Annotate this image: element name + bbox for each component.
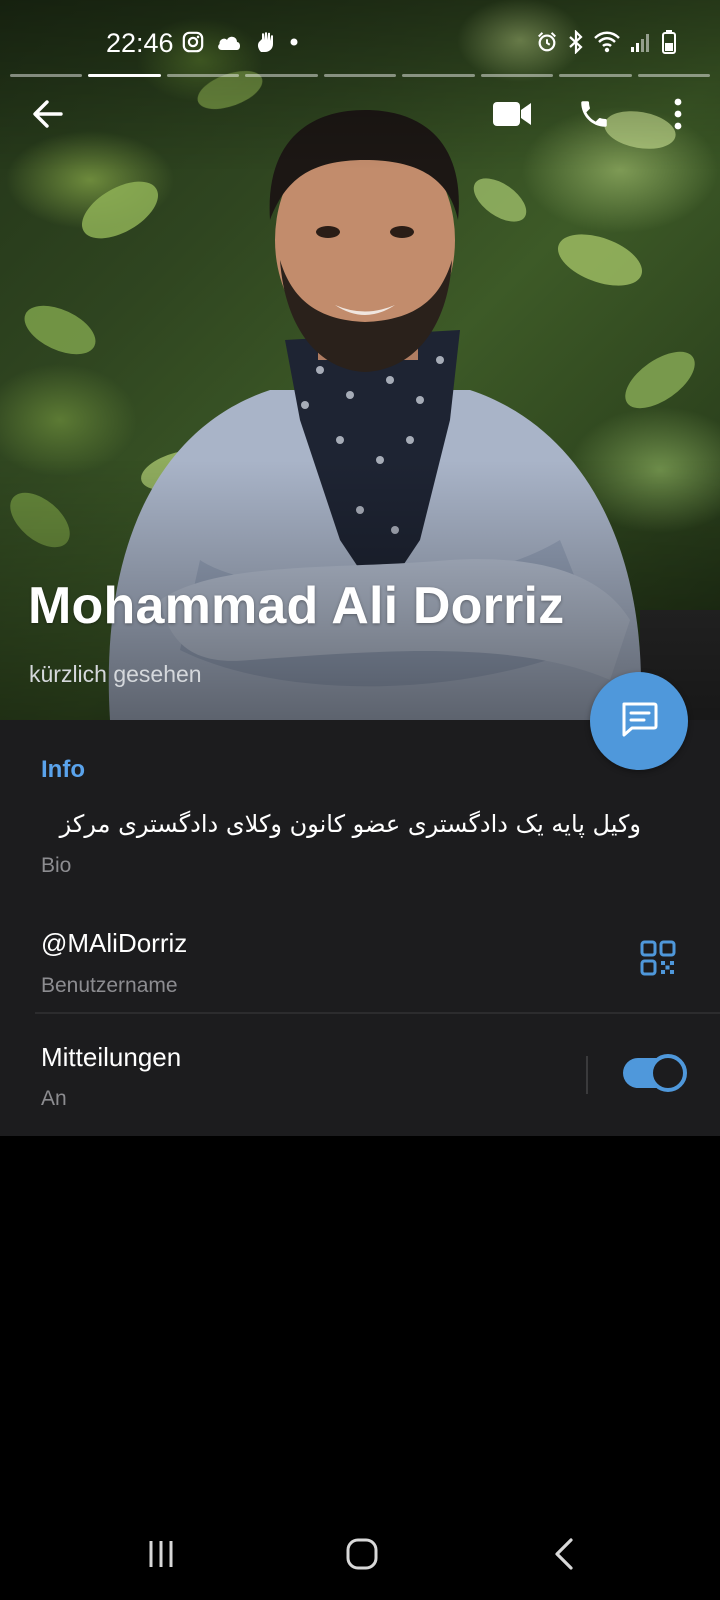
photo-segment (10, 74, 83, 77)
info-panel: Info وکیل پایه یک دادگستری عضو کانون وکل… (0, 720, 720, 1136)
video-camera-icon (492, 100, 532, 133)
nav-back-icon (552, 1537, 576, 1576)
phone-icon (577, 97, 611, 136)
qr-code-icon (640, 940, 676, 981)
message-icon (618, 698, 660, 745)
voice-call-button[interactable] (566, 88, 622, 144)
toggle-separator (586, 1056, 588, 1094)
photo-segment (559, 74, 632, 77)
photo-segment (245, 74, 318, 77)
photo-segment (323, 74, 397, 77)
photo-progress-segments (10, 74, 710, 78)
status-left-icons (182, 30, 298, 54)
recents-button[interactable] (131, 1526, 191, 1586)
username-value[interactable]: @MAliDorriz (41, 928, 187, 959)
profile-name: Mohammad Ali Dorriz (28, 577, 565, 635)
home-icon (345, 1537, 379, 1576)
more-options-button[interactable] (650, 88, 706, 144)
signal-icon (630, 31, 652, 53)
profile-photo[interactable]: 22:46 Mohammad Ali Dorriz kürzlich geseh… (0, 0, 720, 720)
last-seen-status: kürzlich gesehen (29, 661, 202, 687)
username-label: Benutzername (41, 974, 178, 997)
dot-icon (290, 38, 298, 46)
notifications-label: Mitteilungen (41, 1042, 182, 1072)
bio-text[interactable]: وکیل پایه یک دادگستری عضو کانون وکلای دا… (41, 810, 641, 838)
more-vertical-icon (673, 97, 683, 136)
notifications-row[interactable]: Mitteilungen An (0, 1014, 720, 1136)
video-call-button[interactable] (484, 88, 540, 144)
home-button[interactable] (332, 1526, 392, 1586)
status-time: 22:46 (106, 28, 174, 58)
photo-segment (637, 74, 710, 77)
back-arrow-icon (31, 97, 65, 136)
toggle-knob (649, 1054, 687, 1092)
back-button[interactable] (20, 88, 76, 144)
cloud-icon (216, 32, 242, 52)
recents-icon (146, 1539, 176, 1574)
top-action-bar (0, 88, 720, 148)
info-section-header: Info (41, 756, 85, 783)
system-nav-bar (0, 1520, 720, 1600)
hand-icon (254, 30, 278, 54)
status-bar: 22:46 (0, 0, 720, 80)
battery-icon (662, 30, 676, 54)
username-row[interactable]: @MAliDorriz Benutzername (0, 910, 720, 1028)
wifi-icon (594, 31, 620, 53)
qr-code-button[interactable] (634, 936, 682, 984)
photo-segment (166, 74, 240, 77)
photo-segment-active (88, 74, 161, 77)
notifications-value: An (41, 1087, 67, 1110)
bluetooth-icon (568, 30, 584, 54)
profile-screen: 22:46 Mohammad Ali Dorriz kürzlich geseh… (0, 0, 720, 1600)
photo-segment (402, 74, 475, 77)
photo-segment (480, 74, 554, 77)
notifications-toggle[interactable] (623, 1054, 687, 1092)
status-right-icons (536, 30, 676, 54)
bio-label: Bio (41, 854, 72, 877)
alarm-icon (536, 31, 558, 53)
send-message-button[interactable] (590, 672, 688, 770)
system-back-button[interactable] (534, 1526, 594, 1586)
instagram-icon (182, 31, 204, 53)
